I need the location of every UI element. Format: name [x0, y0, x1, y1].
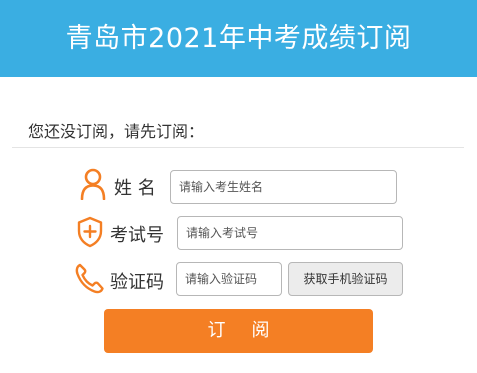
- phone-icon: [74, 262, 104, 298]
- subscription-page: 青岛市2021年中考成绩订阅 您还没订阅，请先订阅： 姓 名 考试号 验证码 获…: [0, 0, 477, 373]
- exam-id-label: 考试号: [110, 225, 164, 246]
- name-label: 姓 名: [114, 178, 156, 199]
- exam-id-input[interactable]: [177, 216, 403, 250]
- subscribe-button[interactable]: 订阅: [104, 309, 373, 353]
- header-bar: 青岛市2021年中考成绩订阅: [0, 0, 477, 77]
- divider: [12, 147, 464, 148]
- code-label: 验证码: [110, 272, 164, 293]
- subscribe-prompt: 您还没订阅，请先订阅：: [28, 122, 205, 141]
- shield-plus-icon: [76, 216, 104, 252]
- student-name-input[interactable]: [170, 170, 397, 204]
- person-icon: [80, 168, 106, 204]
- page-title: 青岛市2021年中考成绩订阅: [65, 23, 412, 54]
- get-sms-code-button[interactable]: 获取手机验证码: [288, 262, 403, 296]
- verification-code-input[interactable]: [176, 262, 282, 296]
